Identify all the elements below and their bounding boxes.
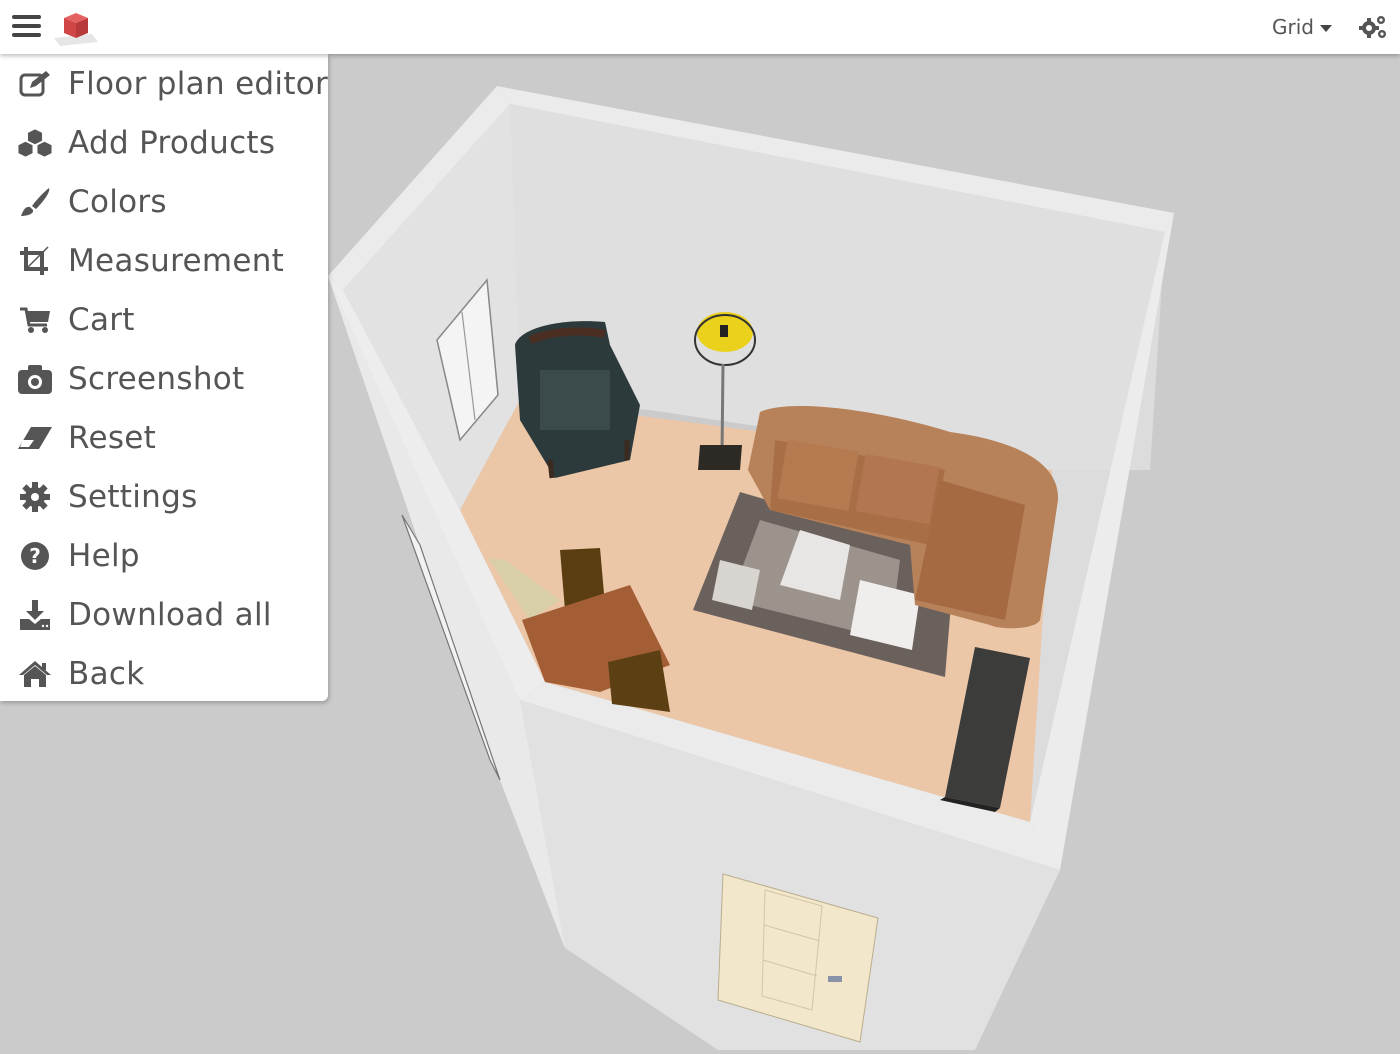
camera-icon [16,363,54,395]
menu-item-download-all[interactable]: Download all [0,586,328,644]
menu-item-back[interactable]: Back [0,645,328,703]
view-mode-label: Grid [1272,15,1314,39]
menu-item-cart[interactable]: Cart [0,291,328,349]
download-icon [16,599,54,631]
cart-icon [16,304,54,336]
side-menu: Floor plan editor Add Products Colors Me… [0,54,328,701]
svg-text:?: ? [29,544,41,568]
paint-brush-icon [16,186,54,218]
menu-item-settings[interactable]: Settings [0,468,328,526]
question-circle-icon: ? [16,540,54,572]
menu-item-measurement[interactable]: Measurement [0,232,328,290]
cubes-icon [16,127,54,159]
menu-item-reset[interactable]: Reset [0,409,328,467]
red-cube-logo[interactable] [52,8,100,46]
door-handle [828,976,842,982]
gears-icon[interactable] [1358,12,1388,42]
eraser-icon [16,422,54,454]
edit-icon [16,68,54,100]
cog-icon [16,481,54,513]
top-bar: Grid [0,0,1400,54]
view-mode-dropdown[interactable]: Grid [1272,14,1332,40]
caret-down-icon [1319,24,1332,32]
menu-item-floor-plan-editor[interactable]: Floor plan editor [0,55,328,113]
menu-item-colors[interactable]: Colors [0,173,328,231]
menu-item-add-products[interactable]: Add Products [0,114,328,172]
menu-item-screenshot[interactable]: Screenshot [0,350,328,408]
hamburger-icon[interactable] [12,13,42,39]
menu-item-help[interactable]: ? Help [0,527,328,585]
home-icon [16,658,54,690]
crop-icon [16,245,54,277]
